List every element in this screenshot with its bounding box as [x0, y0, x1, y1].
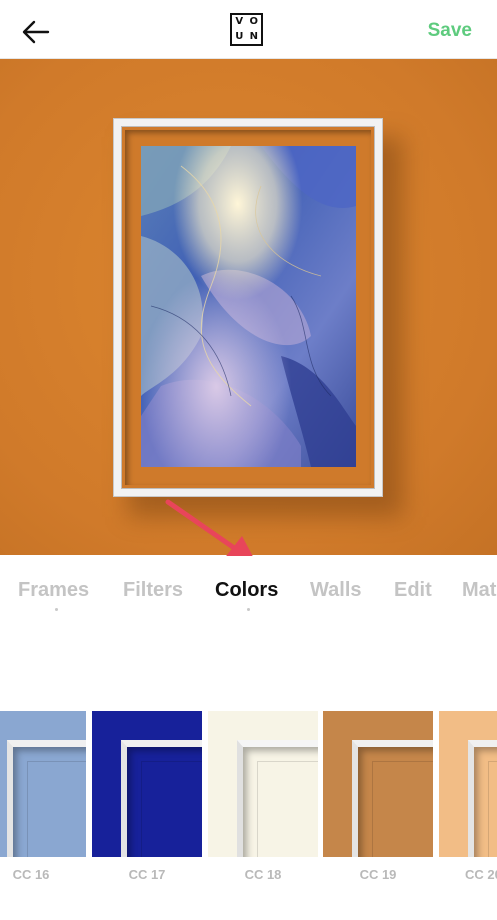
tab-walls[interactable]: Walls — [310, 579, 362, 602]
swatch-cc20[interactable] — [439, 711, 497, 857]
tab-indicator-dot — [55, 608, 58, 611]
back-button[interactable] — [14, 14, 54, 50]
save-button[interactable]: Save — [428, 20, 472, 42]
tab-indicator-dot — [247, 608, 250, 611]
tab-frames[interactable]: Frames — [18, 579, 89, 602]
color-swatch-list: CC 16 CC 17 CC 18 CC 19 CC 20 — [0, 711, 497, 920]
swatch-label: CC 18 — [244, 867, 282, 882]
swatch-label: CC 19 — [359, 867, 397, 882]
back-arrow-icon — [22, 20, 50, 44]
swatch-mat — [372, 761, 433, 857]
swatch-label: CC 20 — [465, 867, 497, 882]
top-bar: V O U N Save — [0, 0, 497, 59]
swatch-cc19[interactable] — [323, 711, 433, 857]
abstract-art-icon — [141, 146, 356, 467]
tab-mat[interactable]: Mat — [462, 579, 496, 602]
logo-letter: O — [249, 16, 258, 27]
swatch-label: CC 17 — [128, 867, 166, 882]
wall-preview — [0, 59, 497, 555]
swatch-frame-preview — [121, 740, 202, 857]
tab-edit[interactable]: Edit — [394, 579, 432, 602]
swatch-cc17[interactable] — [92, 711, 202, 857]
swatch-mat — [257, 761, 318, 857]
swatch-frame-preview — [352, 740, 433, 857]
tab-colors[interactable]: Colors — [215, 579, 278, 602]
logo-letter: V — [235, 16, 244, 27]
swatch-mat — [27, 761, 86, 857]
artwork-image — [141, 146, 356, 467]
swatch-mat — [141, 761, 202, 857]
logo-letter: U — [235, 30, 244, 42]
tab-filters[interactable]: Filters — [123, 579, 183, 602]
swatch-cc18[interactable] — [208, 711, 318, 857]
logo-letter: N — [249, 30, 258, 42]
swatch-cc16[interactable] — [0, 711, 86, 857]
swatch-frame-preview — [468, 740, 497, 857]
app-logo: V O U N — [230, 13, 263, 46]
swatch-label: CC 16 — [12, 867, 50, 882]
swatch-frame-preview — [237, 740, 318, 857]
editor-tabs: Frames Filters Colors Walls Edit Mat — [0, 556, 497, 620]
swatch-frame-preview — [7, 740, 86, 857]
swatch-mat — [488, 761, 497, 857]
